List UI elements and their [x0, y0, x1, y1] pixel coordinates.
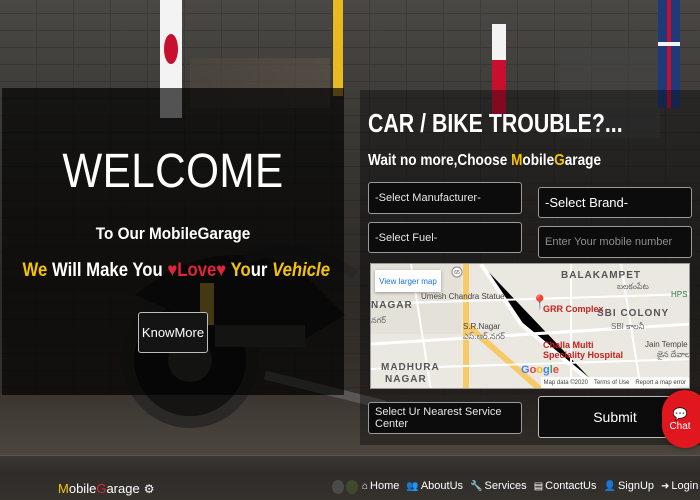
welcome-panel: WELCOME To Our MobileGarage We Will Make…: [2, 88, 344, 395]
map-label-grr-complex: GRR Complex: [543, 304, 604, 314]
olive-dot-icon: [346, 480, 358, 494]
booking-subtitle-obile: obile: [522, 152, 555, 169]
tagline-vehicle: Vehicle: [272, 260, 331, 281]
knowmore-button[interactable]: KnowMore: [138, 312, 208, 353]
nav-home[interactable]: ⌂ Home: [362, 480, 399, 492]
map-footer: Map data ©2020 Terms of Use Report a map…: [540, 377, 689, 388]
nav-aboutus-label: AboutUs: [420, 480, 464, 492]
manufacturer-select[interactable]: -Select Manufacturer-: [368, 182, 522, 214]
google-map-embed[interactable]: 65 View larger map BALAKAMPET బలకంపేట HP…: [370, 263, 690, 389]
yellow-flag-icon: [333, 0, 343, 96]
map-label-madhura: MADHURA: [381, 362, 440, 373]
tagline-love: Love: [177, 260, 217, 281]
welcome-subtitle: To Our MobileGarage: [95, 224, 251, 243]
map-label-sbi-colony-te: SBI కాలనీ: [611, 322, 645, 331]
home-icon: ⌂: [362, 480, 369, 492]
welcome-heading: WELCOME: [62, 145, 284, 198]
footer-navbar: MobileGarage ⚙ ⌂ Home 👥 AboutUs 🔧 Servic…: [0, 455, 700, 500]
tagline-yo: Yo: [226, 260, 251, 281]
gear-icon: ⚙: [143, 481, 155, 496]
brand-obile: obile: [68, 481, 97, 496]
heart-icon: ♥: [167, 260, 178, 281]
tagline-will-make-you: Will Make You: [47, 260, 168, 281]
map-label-sr-nagar: S.R.Nagar: [463, 322, 501, 331]
nav-services-label: Services: [484, 480, 527, 492]
service-center-select-value: Select Ur Nearest Service Center: [375, 406, 502, 430]
map-label-balakampet: BALAKAMPET: [561, 270, 641, 281]
booking-subtitle-m: M: [511, 152, 523, 169]
heart-icon: ♥: [216, 260, 227, 281]
map-label-umesh-chandra: Umesh Chandra Statue: [421, 292, 505, 301]
service-center-select[interactable]: Select Ur Nearest Service Center: [368, 402, 522, 434]
map-data-credit: Map data ©2020: [543, 379, 588, 386]
nav-signup[interactable]: 👤 SignUp: [604, 480, 655, 492]
chat-label: Chat: [669, 420, 691, 432]
theme-dots: [332, 480, 358, 494]
map-label-challa-2: Speciality Hospital: [543, 350, 624, 360]
nav-login[interactable]: ➜ Login: [661, 480, 698, 492]
nav-aboutus[interactable]: 👥 AboutUs: [406, 480, 463, 492]
booking-subtitle-g: G: [554, 152, 565, 169]
mobile-number-placeholder: Enter Your mobile number: [545, 236, 673, 248]
map-label-nagar: NAGAR: [371, 300, 413, 311]
map-label-hps: HPS p: [671, 290, 689, 299]
dark-dot-icon: [332, 480, 344, 494]
fuel-select-value: -Select Fuel-: [375, 231, 438, 244]
login-icon: ➜: [661, 480, 670, 492]
booking-subtitle-arage: arage: [564, 152, 602, 169]
brand-g: G: [96, 481, 107, 496]
chat-bubble-icon: 💬: [672, 406, 688, 421]
map-report-error-link[interactable]: Report a map error: [635, 380, 686, 386]
nav-contactus[interactable]: ▤ ContactUs: [534, 480, 597, 492]
brand-logo[interactable]: MobileGarage ⚙: [58, 481, 154, 496]
contact-card-icon: ▤: [533, 480, 544, 492]
nav-signup-label: SignUp: [617, 480, 655, 492]
booking-subtitle-text: Wait no more,Choose: [368, 152, 512, 169]
wrench-icon: 🔧: [470, 480, 483, 492]
nav-contactus-label: ContactUs: [545, 480, 597, 492]
map-terms-link[interactable]: Terms of Use: [594, 380, 629, 386]
nav-home-label: Home: [370, 480, 400, 492]
map-label-sbi-colony: SBI COLONY: [597, 308, 670, 319]
brand-arage: arage: [106, 481, 140, 496]
booking-panel: CAR / BIKE TROUBLE?... Wait no more,Choo…: [360, 90, 700, 445]
booking-title: CAR / BIKE TROUBLE?...: [368, 108, 623, 138]
view-larger-map-link[interactable]: View larger map: [375, 270, 441, 292]
map-label-jain-temple-te: జైన దేవాలయం: [657, 350, 690, 359]
brand-select[interactable]: -Select Brand-: [538, 187, 692, 218]
brand-select-value: -Select Brand-: [545, 195, 629, 210]
fuel-select[interactable]: -Select Fuel-: [368, 222, 522, 253]
users-icon: 👥: [406, 480, 419, 492]
chat-button[interactable]: 💬 Chat: [662, 390, 700, 448]
tagline: We Will Make You ♥Love♥ Your Vehicle: [22, 260, 330, 282]
nav-services[interactable]: 🔧 Services: [470, 480, 527, 492]
tagline-ur: ur: [250, 260, 273, 281]
map-label-challa: Challa Multi: [543, 340, 594, 350]
map-route-marker: 65: [454, 270, 460, 276]
main-nav: ⌂ Home 👥 AboutUs 🔧 Services ▤ ContactUs …: [362, 480, 698, 492]
manufacturer-select-value: -Select Manufacturer-: [375, 192, 481, 204]
nav-login-label: Login: [671, 480, 699, 492]
brand-m: M: [58, 481, 69, 496]
tagline-we: We: [22, 260, 48, 281]
mobile-number-input[interactable]: Enter Your mobile number: [538, 226, 692, 258]
booking-subtitle: Wait no more,Choose MobileGarage: [368, 152, 601, 170]
map-label-jain-temple: Jain Temple: [645, 340, 688, 349]
map-label-balakampet-te: బలకంపేట: [617, 282, 649, 291]
google-logo: Google: [521, 364, 559, 376]
user-plus-icon: 👤: [603, 480, 616, 492]
map-label-sr-nagar-te: ఎస్.ఆర్.నగర్: [463, 332, 505, 341]
map-label-nagar-2: NAGAR: [385, 374, 427, 385]
map-label-nagar-te: నగర్: [371, 316, 387, 325]
